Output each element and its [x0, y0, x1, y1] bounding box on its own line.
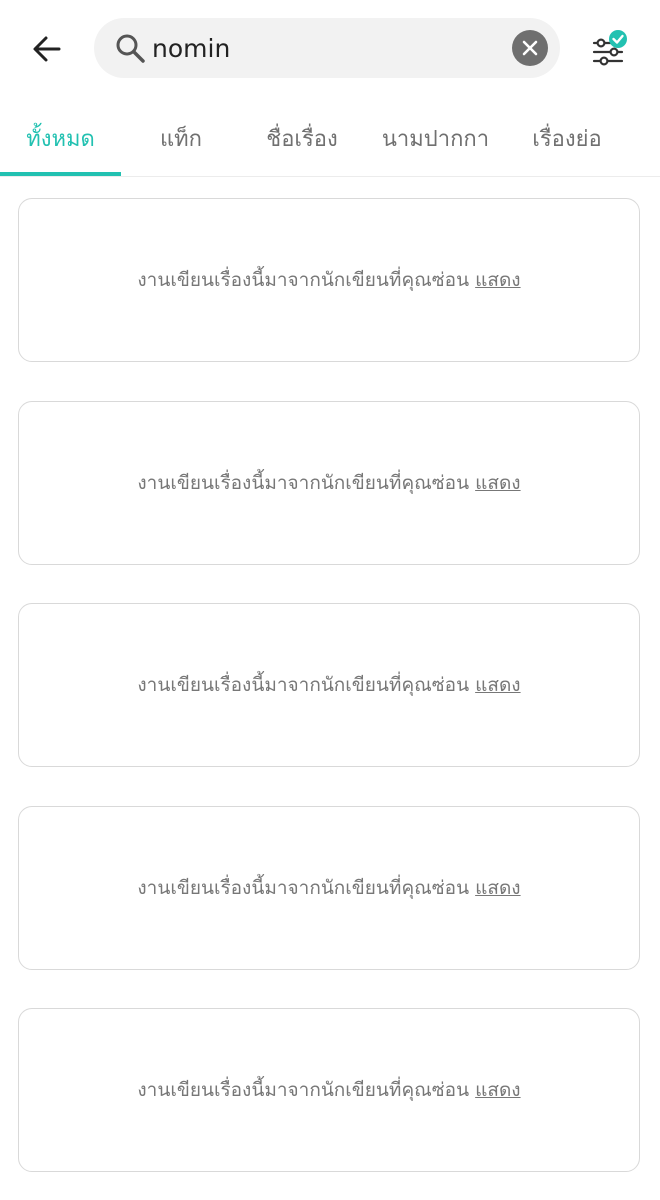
hidden-author-message: งานเขียนเรื่องนี้มาจากนักเขียนที่คุณซ่อน… [137, 269, 521, 291]
filter-sliders-check-icon [592, 30, 627, 66]
hidden-author-message: งานเขียนเรื่องนี้มาจากนักเขียนที่คุณซ่อน… [137, 674, 521, 696]
tab-title[interactable]: ชื่อเรื่อง [241, 100, 363, 176]
top-bar [0, 0, 660, 100]
tab-pen-name[interactable]: นามปากกา [363, 100, 508, 176]
hidden-author-message: งานเขียนเรื่องนี้มาจากนักเขียนที่คุณซ่อน… [137, 472, 521, 494]
show-link[interactable]: แสดง [475, 472, 520, 494]
hidden-author-message: งานเขียนเรื่องนี้มาจากนักเขียนที่คุณซ่อน… [137, 1079, 521, 1101]
hidden-author-result-card: งานเขียนเรื่องนี้มาจากนักเขียนที่คุณซ่อน… [18, 198, 640, 362]
arrow-left-icon [33, 36, 61, 62]
hidden-author-result-card: งานเขียนเรื่องนี้มาจากนักเขียนที่คุณซ่อน… [18, 603, 640, 767]
search-bar[interactable] [94, 18, 560, 78]
show-link[interactable]: แสดง [475, 1079, 520, 1101]
tab-synopsis[interactable]: เรื่องย่อ [508, 100, 626, 176]
tab-all[interactable]: ทั้งหมด [0, 100, 121, 176]
back-button[interactable] [24, 26, 70, 72]
filter-button[interactable] [584, 26, 632, 74]
clear-circle-icon [522, 40, 538, 56]
clear-search-button[interactable] [512, 30, 548, 66]
hidden-author-message: งานเขียนเรื่องนี้มาจากนักเขียนที่คุณซ่อน… [137, 877, 521, 899]
show-link[interactable]: แสดง [475, 269, 520, 291]
search-input[interactable] [152, 28, 502, 68]
show-link[interactable]: แสดง [475, 877, 520, 899]
hidden-author-result-card: งานเขียนเรื่องนี้มาจากนักเขียนที่คุณซ่อน… [18, 806, 640, 970]
hidden-author-result-card: งานเขียนเรื่องนี้มาจากนักเขียนที่คุณซ่อน… [18, 401, 640, 565]
search-icon [116, 34, 145, 63]
search-category-tabs: ทั้งหมด แท็ก ชื่อเรื่อง นามปากกา เรื่องย… [0, 100, 660, 177]
hidden-author-result-card: งานเขียนเรื่องนี้มาจากนักเขียนที่คุณซ่อน… [18, 1008, 640, 1172]
show-link[interactable]: แสดง [475, 674, 520, 696]
active-tab-indicator [0, 172, 121, 176]
tab-tags[interactable]: แท็ก [121, 100, 241, 176]
